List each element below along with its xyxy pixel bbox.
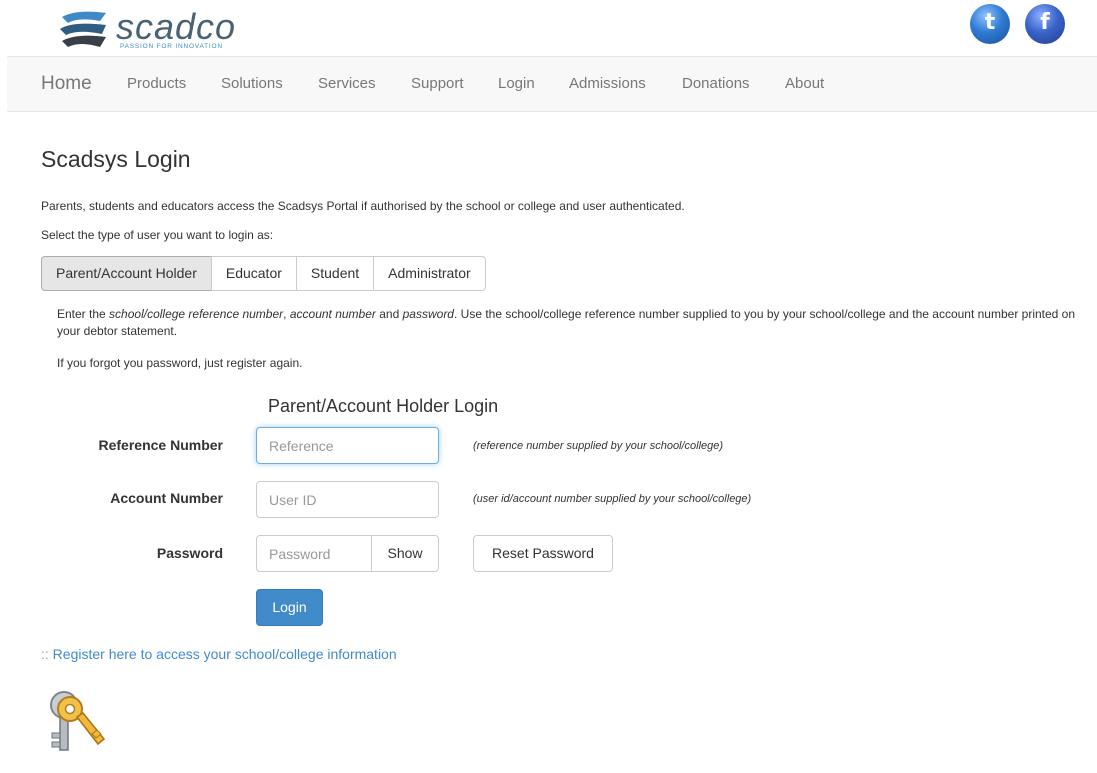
password-label: Password — [156, 545, 223, 561]
logo-wordmark: scadco — [116, 6, 237, 47]
scadco-logo-mark-icon — [60, 11, 106, 47]
user-type-label: Select the type of user you want to logi… — [41, 228, 274, 242]
twitter-icon[interactable]: t — [970, 4, 1010, 44]
reference-number-input[interactable] — [256, 427, 439, 464]
facebook-icon[interactable]: f — [1025, 4, 1065, 44]
nav-home[interactable]: Home — [41, 73, 92, 95]
show-password-button[interactable]: Show — [371, 535, 439, 572]
nav-solutions[interactable]: Solutions — [221, 75, 283, 92]
login-button[interactable]: Login — [256, 589, 323, 626]
nav-donations[interactable]: Donations — [682, 75, 750, 92]
intro-text: Parents, students and educators access t… — [41, 199, 685, 213]
login-instructions: Enter the school/college reference numbe… — [57, 307, 1076, 338]
reset-password-button[interactable]: Reset Password — [473, 535, 613, 572]
tab-educator[interactable]: Educator — [210, 256, 297, 291]
scadco-logo[interactable]: scadco PASSION FOR INNOVATION — [56, 6, 236, 52]
nav-admissions[interactable]: Admissions — [569, 75, 646, 92]
user-type-tabs: Parent/Account Holder Educator Student A… — [41, 256, 486, 291]
nav-about[interactable]: About — [785, 75, 824, 92]
page-title: Scadsys Login — [41, 146, 191, 172]
reference-number-label: Reference Number — [98, 437, 224, 453]
password-input[interactable] — [256, 535, 372, 572]
main-navbar: Home Products Solutions Services Support… — [7, 56, 1097, 112]
site-header: scadco PASSION FOR INNOVATION t f — [0, 0, 1097, 56]
forgot-password-note: If you forgot you password, just registe… — [57, 356, 303, 370]
nav-login[interactable]: Login — [498, 75, 535, 92]
tab-administrator[interactable]: Administrator — [373, 256, 486, 291]
account-number-input[interactable] — [256, 481, 439, 518]
reference-number-hint: (reference number supplied by your schoo… — [473, 440, 724, 452]
logo-tagline: PASSION FOR INNOVATION — [120, 43, 223, 50]
keys-icon — [50, 691, 106, 751]
nav-products[interactable]: Products — [127, 75, 186, 92]
register-link[interactable]: :: Register here to access your school/c… — [41, 646, 397, 662]
form-title: Parent/Account Holder Login — [268, 396, 499, 416]
account-number-hint: (user id/account number supplied by your… — [473, 493, 752, 505]
nav-services[interactable]: Services — [318, 75, 376, 92]
tab-student[interactable]: Student — [295, 256, 375, 291]
nav-support[interactable]: Support — [411, 75, 464, 92]
account-number-label: Account Number — [110, 490, 223, 506]
tab-parent-account-holder[interactable]: Parent/Account Holder — [41, 256, 212, 291]
